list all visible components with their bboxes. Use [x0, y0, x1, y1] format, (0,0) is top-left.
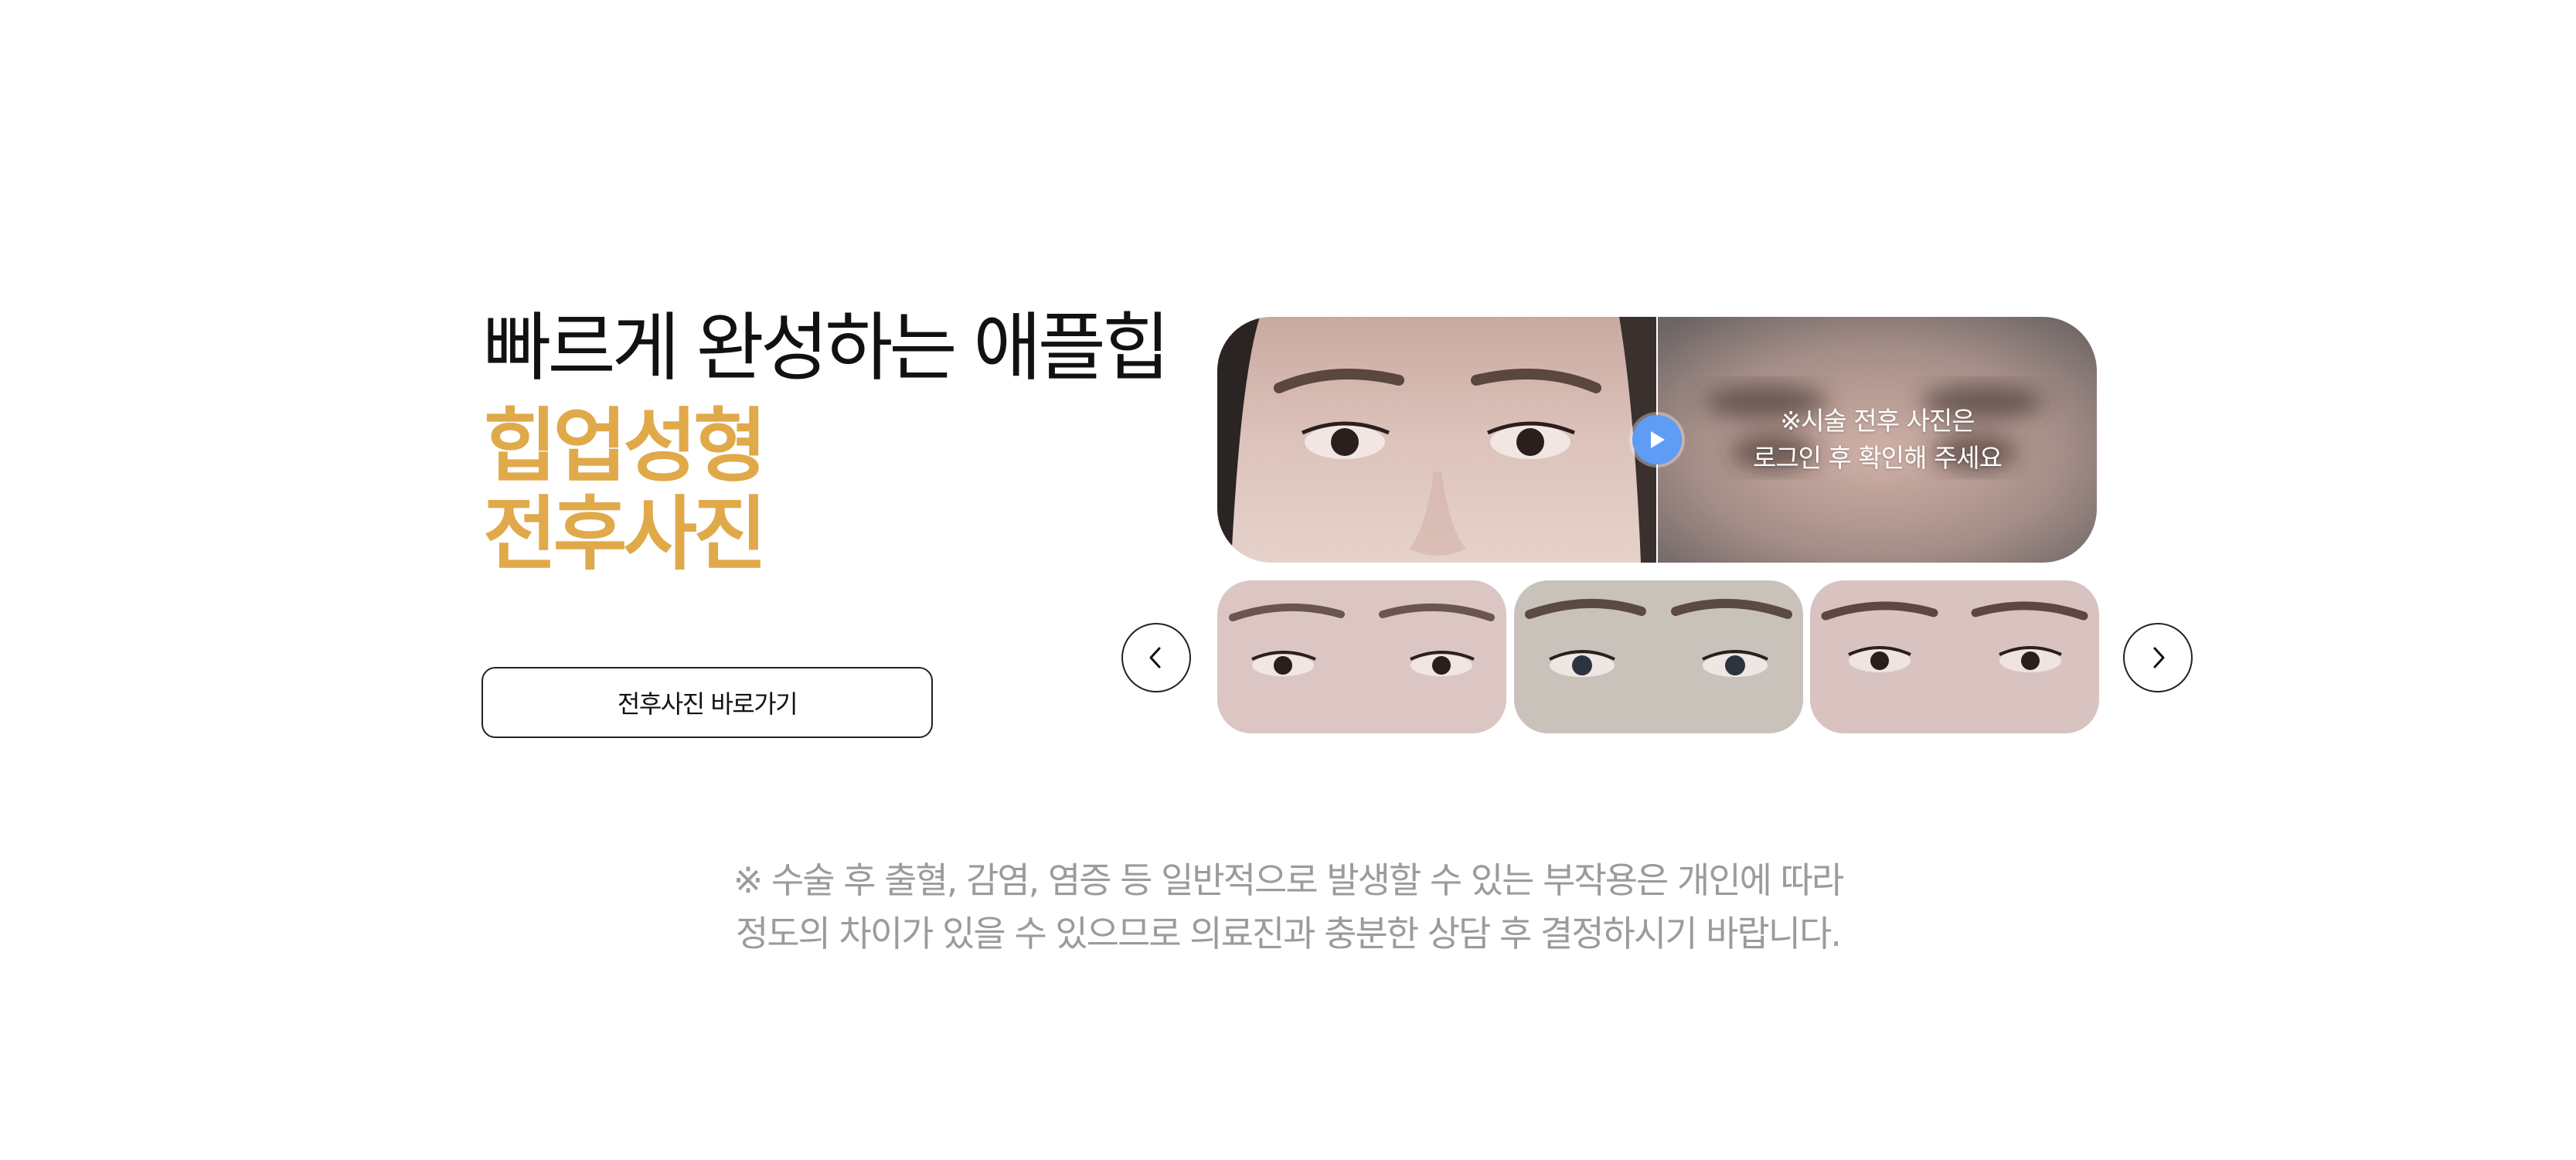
- login-notice-line-1: ※시술 전후 사진은: [1780, 406, 1975, 437]
- disclaimer-line-1: ※ 수술 후 출혈, 감염, 염증 등 일반적으로 발생할 수 있는 부작용은 …: [733, 859, 1844, 901]
- subtitle-line-1: 힙업성형: [483, 399, 767, 493]
- disclaimer-line-2: 정도의 차이가 있을 수 있으므로 의료진과 충분한 상담 후 결정하시기 바랍…: [735, 913, 1842, 954]
- main-before-after-photo[interactable]: ※시술 전후 사진은 로그인 후 확인해 주세요: [1217, 317, 2097, 563]
- login-notice-line-2: 로그인 후 확인해 주세요: [1752, 443, 2003, 473]
- next-slide-button[interactable]: [2123, 623, 2193, 692]
- section-subtitle: 힙업성형 전후사진: [483, 399, 767, 582]
- before-photo: [1217, 317, 1656, 563]
- chevron-right-icon: [2153, 647, 2165, 668]
- chevron-left-icon: [1149, 647, 1161, 668]
- prev-slide-button[interactable]: [1121, 623, 1191, 692]
- subtitle-line-2: 전후사진: [483, 487, 767, 582]
- thumbnail-1[interactable]: [1217, 580, 1506, 733]
- section-title: 빠르게 완성하는 애플힙: [483, 304, 1170, 391]
- thumbnail-3[interactable]: [1810, 580, 2099, 733]
- login-notice: ※시술 전후 사진은 로그인 후 확인해 주세요: [1658, 317, 2097, 563]
- disclaimer-text: ※ 수술 후 출혈, 감염, 염증 등 일반적으로 발생할 수 있는 부작용은 …: [0, 854, 2576, 961]
- before-after-link-button[interactable]: 전후사진 바로가기: [482, 667, 933, 738]
- thumbnail-2[interactable]: [1514, 580, 1803, 733]
